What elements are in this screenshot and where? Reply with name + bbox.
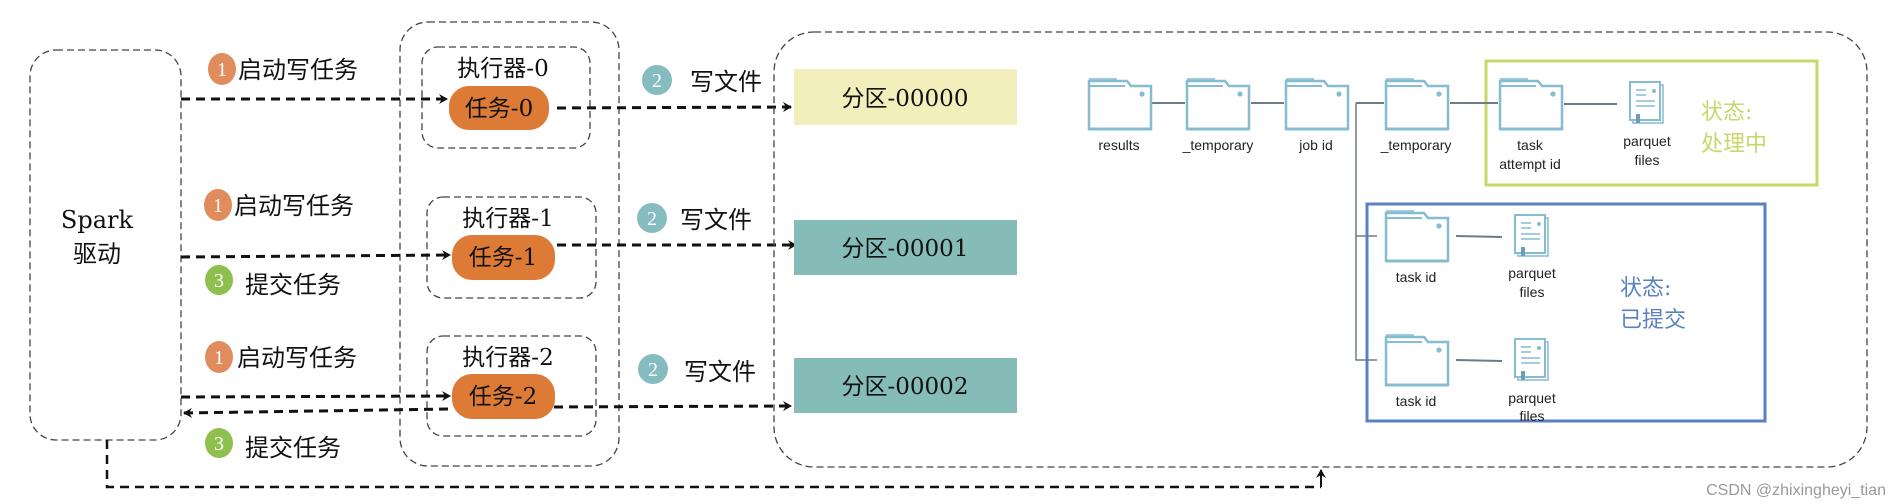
- label-files-2b: files: [1520, 408, 1545, 424]
- svg-text:启动写任务: 启动写任务: [238, 56, 358, 84]
- folder-icon-temporary-2: [1384, 77, 1450, 131]
- step-start-0: 1 启动写任务: [208, 53, 358, 85]
- svg-text:写文件: 写文件: [680, 206, 752, 234]
- executor-2-label: 执行器-2: [462, 345, 553, 371]
- svg-text:2: 2: [648, 359, 658, 381]
- arrow-commit-2: [183, 407, 449, 418]
- step-commit-1: 3 提交任务: [205, 265, 341, 299]
- executor-0: 执行器-0 任务-0: [421, 46, 591, 149]
- step-start-1: 1 启动写任务: [204, 189, 354, 221]
- arrow-write-0: [556, 102, 792, 113]
- arrow-start-1: [180, 250, 451, 261]
- task-1-label: 任务-1: [469, 245, 537, 271]
- svg-text:3: 3: [214, 270, 224, 292]
- step-write-2: 2 写文件: [638, 354, 756, 386]
- svg-text:3: 3: [214, 433, 224, 455]
- label-files-1a: parquet: [1508, 265, 1556, 281]
- label-temporary: _temporary: [1182, 137, 1254, 153]
- status-committed-1: 状态:: [1620, 276, 1671, 301]
- file-icon-task-2: [1514, 338, 1549, 381]
- status-committed-2: 已提交: [1620, 308, 1686, 333]
- svg-text:提交任务: 提交任务: [245, 271, 341, 299]
- partition-2-label: 分区-00002: [842, 374, 969, 400]
- watermark: CSDN @zhixingheyi_tian: [1706, 482, 1886, 499]
- executor-1-label: 执行器-1: [462, 206, 553, 232]
- label-task-id-2: task id: [1396, 393, 1436, 409]
- label-files-2a: parquet: [1508, 390, 1556, 406]
- label-attempt-2: attempt id: [1499, 156, 1560, 172]
- partition-1-label: 分区-00001: [842, 236, 969, 262]
- svg-text:写文件: 写文件: [690, 68, 762, 96]
- file-icon-task-1: [1514, 214, 1549, 257]
- folder-icon-task-attempt: [1498, 77, 1564, 131]
- folder-icon-task-id-1: [1384, 209, 1450, 263]
- label-results: results: [1098, 137, 1139, 153]
- arrow-start-2: [180, 391, 451, 402]
- status-processing-1: 状态:: [1701, 100, 1752, 125]
- svg-text:1: 1: [214, 347, 224, 369]
- folder-icon-job-id: [1284, 77, 1350, 131]
- svg-text:提交任务: 提交任务: [245, 434, 341, 462]
- label-job-id: job id: [1298, 137, 1332, 153]
- file-icon-attempt: [1629, 81, 1664, 124]
- step-write-1: 2 写文件: [637, 203, 752, 234]
- driver-label-1: Spark: [61, 206, 134, 234]
- folder-icon-results: [1087, 77, 1153, 131]
- step-commit-2: 3 提交任务: [205, 428, 341, 462]
- label-attempt-1: task: [1517, 137, 1544, 153]
- folder-icon-task-id-2: [1384, 333, 1450, 387]
- label-files-attempt-2: files: [1635, 152, 1660, 168]
- spark-write-diagram: Spark 驱动 执行器-0 任务-0 执行器-1 任务-1 执行器-2 任务-…: [29, 21, 1886, 499]
- label-files-attempt-1: parquet: [1623, 133, 1671, 149]
- arrow-write-2: [553, 401, 792, 412]
- label-files-1b: files: [1520, 284, 1545, 300]
- svg-text:写文件: 写文件: [684, 358, 756, 386]
- executor-1: 执行器-1 任务-1: [426, 196, 597, 299]
- partition-0-label: 分区-00000: [842, 86, 969, 112]
- step-write-0: 2 写文件: [642, 65, 762, 96]
- executor-0-label: 执行器-0: [457, 56, 548, 82]
- svg-text:启动写任务: 启动写任务: [237, 344, 357, 372]
- svg-text:启动写任务: 启动写任务: [234, 192, 354, 220]
- folder-icon-temporary: [1185, 77, 1251, 131]
- task-2-label: 任务-2: [469, 384, 537, 410]
- svg-text:2: 2: [647, 208, 657, 230]
- task-0-label: 任务-0: [465, 96, 533, 122]
- svg-text:1: 1: [213, 195, 223, 217]
- executor-2: 执行器-2 任务-2: [426, 335, 597, 437]
- label-task-id-1: task id: [1396, 269, 1436, 285]
- label-temporary-2: _temporary: [1380, 137, 1452, 153]
- status-processing-2: 处理中: [1701, 132, 1767, 157]
- driver-label-2: 驱动: [73, 240, 121, 268]
- svg-text:2: 2: [652, 70, 662, 92]
- step-start-2: 1 启动写任务: [205, 341, 357, 373]
- svg-text:1: 1: [217, 59, 227, 81]
